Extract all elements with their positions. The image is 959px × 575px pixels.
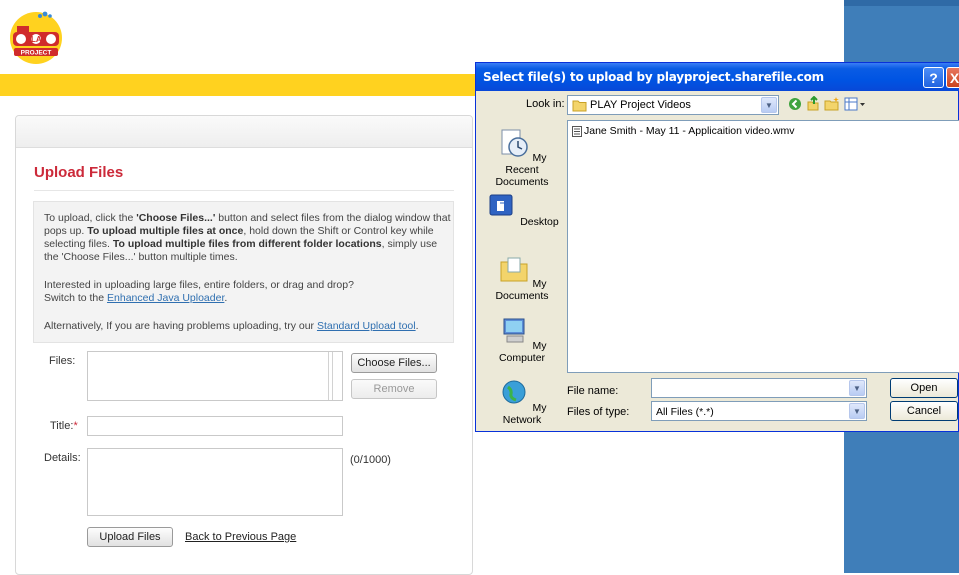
enhanced-java-uploader-link[interactable]: Enhanced Java Uploader <box>107 292 224 304</box>
remove-button[interactable]: Remove <box>351 379 437 399</box>
filetype-dropdown[interactable]: All Files (*.*) ▼ <box>651 401 867 421</box>
chevron-down-icon[interactable]: ▼ <box>761 97 777 113</box>
place-my-computer[interactable]: My Computer <box>484 316 560 364</box>
recent-documents-icon <box>501 129 528 157</box>
choose-files-button[interactable]: Choose Files... <box>351 353 437 373</box>
my-documents-icon <box>500 257 528 282</box>
place-label: Desktop <box>520 216 559 228</box>
folder-icon <box>572 100 587 112</box>
desktop-icon <box>489 194 513 216</box>
play-project-logo[interactable]: PLAY PROJECT <box>6 8 70 64</box>
place-my-network[interactable]: My Network <box>484 378 560 426</box>
place-my-recent-documents[interactable]: My Recent Documents <box>484 128 560 188</box>
panel-header <box>16 116 472 148</box>
filename-label: File name: <box>567 385 619 397</box>
chevron-down-icon[interactable]: ▼ <box>849 380 865 396</box>
standard-upload-tool-link[interactable]: Standard Upload tool <box>317 320 416 332</box>
place-desktop[interactable]: Desktop <box>484 192 560 228</box>
place-my-documents[interactable]: My Documents <box>484 254 560 302</box>
details-label: Details: <box>44 452 81 464</box>
file-name: Jane Smith - May 11 - Applicaition video… <box>584 125 795 137</box>
filetype-value: All Files (*.*) <box>656 406 714 418</box>
view-menu-icon[interactable] <box>844 97 866 111</box>
svg-text:PLAY: PLAY <box>26 35 47 44</box>
title-input[interactable] <box>87 416 343 436</box>
chevron-down-icon[interactable]: ▼ <box>849 403 865 419</box>
page-title: Upload Files <box>34 164 124 181</box>
open-button[interactable]: Open <box>890 378 958 398</box>
lookin-label: Look in: <box>526 98 565 110</box>
divider <box>34 190 454 191</box>
video-file-icon <box>572 125 582 137</box>
required-marker: * <box>73 420 78 432</box>
help-button[interactable]: ? <box>923 67 944 88</box>
back-icon[interactable] <box>788 97 802 111</box>
lookin-value: PLAY Project Videos <box>590 99 691 111</box>
files-listbox[interactable] <box>87 351 343 401</box>
char-count: (0/1000) <box>350 454 391 466</box>
files-label: Files: <box>49 355 76 367</box>
back-to-previous-page-link[interactable]: Back to Previous Page <box>185 531 296 543</box>
my-network-icon <box>502 380 526 404</box>
details-textarea[interactable] <box>87 448 343 516</box>
file-item[interactable]: Jane Smith - May 11 - Applicaition video… <box>572 125 794 137</box>
file-list[interactable]: Jane Smith - May 11 - Applicaition video… <box>567 120 959 373</box>
cancel-button[interactable]: Cancel <box>890 401 958 421</box>
places-bar: My Recent Documents Desktop My Documents… <box>484 120 562 426</box>
standard-upload-paragraph: Alternatively, If you are having problem… <box>44 320 419 332</box>
instructions-paragraph: To upload, click the 'Choose Files...' b… <box>44 212 451 263</box>
new-folder-icon[interactable] <box>824 96 840 112</box>
my-computer-icon <box>503 318 525 343</box>
file-upload-dialog: Select file(s) to upload by playproject.… <box>475 62 959 432</box>
title-label: Title:* <box>50 420 78 432</box>
svg-text:PROJECT: PROJECT <box>21 50 52 57</box>
filename-input[interactable]: ▼ <box>651 378 867 398</box>
upload-files-button[interactable]: Upload Files <box>87 527 173 547</box>
java-uploader-paragraph: Interested in uploading large files, ent… <box>44 279 354 304</box>
up-folder-icon[interactable] <box>806 96 820 112</box>
close-button[interactable]: X <box>946 67 959 88</box>
dialog-title[interactable]: Select file(s) to upload by playproject.… <box>476 63 959 91</box>
filetype-label: Files of type: <box>567 406 630 418</box>
lookin-dropdown[interactable]: PLAY Project Videos ▼ <box>567 95 779 115</box>
instructions-box: To upload, click the 'Choose Files...' b… <box>33 201 454 343</box>
